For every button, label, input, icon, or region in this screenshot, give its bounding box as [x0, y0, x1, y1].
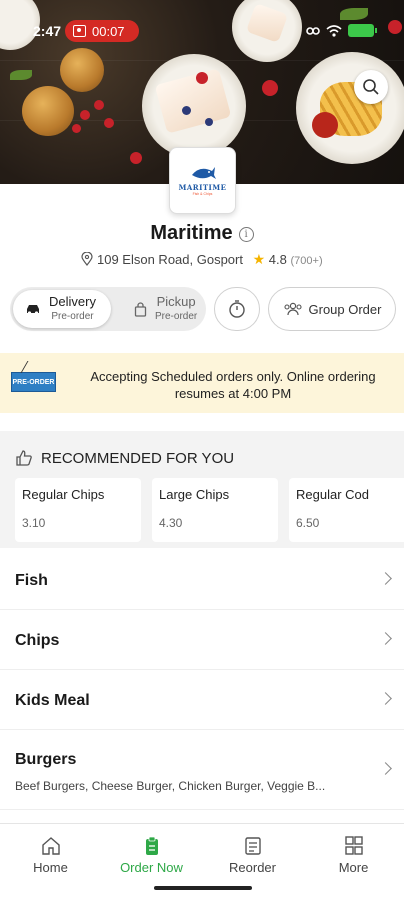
tab-reorder[interactable]: Reorder	[202, 836, 303, 875]
restaurant-title: Maritime i	[0, 222, 404, 245]
restaurant-logo: MARITIME Fish & Chips	[169, 147, 236, 214]
recommended-card[interactable]: Large Chips 4.30	[152, 478, 278, 542]
group-order-label: Group Order	[308, 301, 382, 317]
delivery-label: Delivery	[49, 294, 96, 309]
battery-icon	[348, 24, 377, 37]
category-row-kids-meal[interactable]: Kids Meal	[0, 670, 404, 730]
recommended-card[interactable]: Regular Chips 3.10	[15, 478, 141, 542]
address-line: 109 Elson Road, Gosport ★ 4.8 (700+)	[0, 251, 404, 268]
preorder-tag-text: PRE-ORDER	[12, 378, 55, 386]
category-name: Chips	[15, 632, 60, 649]
tab-label: More	[338, 860, 369, 875]
search-button[interactable]	[354, 70, 388, 104]
search-icon	[363, 79, 379, 95]
home-indicator[interactable]	[154, 886, 252, 890]
location-pin-icon	[81, 251, 93, 266]
restaurant-address[interactable]: 109 Elson Road, Gosport	[97, 252, 243, 267]
recommended-title: RECOMMENDED FOR YOU	[41, 449, 235, 467]
restaurant-name: Maritime	[150, 222, 233, 244]
preorder-banner: PRE-ORDER Accepting Scheduled orders onl…	[0, 353, 404, 413]
fish-logo-icon	[191, 167, 216, 179]
rating-count: (700+)	[290, 255, 323, 267]
logo-text: MARITIME	[178, 183, 227, 192]
group-icon	[283, 302, 302, 316]
card-price: 4.30	[159, 516, 183, 530]
category-name: Kids Meal	[15, 692, 90, 709]
chevron-right-icon	[379, 632, 392, 645]
recommended-heading: RECOMMENDED FOR YOU	[15, 449, 234, 467]
record-icon	[73, 25, 86, 37]
status-time: 2:47	[33, 23, 62, 39]
group-order-button[interactable]: Group Order	[268, 287, 396, 331]
info-icon[interactable]: i	[238, 227, 254, 242]
logo-subtext: Fish & Chips	[192, 192, 213, 196]
card-price: 6.50	[296, 516, 320, 530]
status-bar: 2:47 00:07	[0, 20, 404, 44]
system-icons	[306, 24, 377, 37]
delivery-sub: Pre-order	[51, 311, 94, 322]
tab-label: Order Now	[120, 860, 183, 875]
rating-value: 4.8	[268, 252, 287, 267]
order-now-icon	[145, 836, 158, 855]
pickup-sub: Pre-order	[155, 311, 198, 322]
recommended-cards: Regular Chips 3.10 Large Chips 4.30 Regu…	[15, 478, 404, 542]
grid-icon	[344, 836, 363, 855]
car-icon	[27, 305, 39, 315]
tab-label: Home	[33, 860, 68, 875]
card-name: Regular Cod	[296, 487, 369, 502]
chevron-right-icon	[379, 692, 392, 705]
tab-order-now[interactable]: Order Now	[101, 836, 202, 875]
home-icon	[41, 837, 60, 855]
reorder-icon	[244, 837, 261, 855]
screen-recording-badge[interactable]: 00:07	[65, 20, 139, 42]
card-price: 3.10	[22, 516, 46, 530]
recommended-card[interactable]: Regular Cod 6.50	[289, 478, 404, 542]
thumbs-up-icon	[16, 450, 32, 466]
chevron-right-icon	[379, 572, 392, 585]
tab-label: Reorder	[229, 860, 276, 875]
category-row-burgers[interactable]: Burgers Beef Burgers, Cheese Burger, Chi…	[0, 730, 404, 810]
bag-icon	[134, 301, 147, 317]
category-name: Burgers	[15, 751, 77, 768]
link-icon	[306, 26, 320, 35]
tab-home[interactable]: Home	[0, 836, 101, 875]
recommended-section: RECOMMENDED FOR YOU Regular Chips 3.10 L…	[0, 431, 404, 548]
order-mode-toggle: Delivery Pre-order Pickup Pre-order	[10, 287, 206, 331]
category-description: Beef Burgers, Cheese Burger, Chicken Bur…	[15, 779, 326, 793]
tab-more[interactable]: More	[303, 836, 404, 875]
preorder-tag-icon: PRE-ORDER	[11, 372, 56, 392]
pickup-label: Pickup	[156, 294, 196, 309]
category-row-chips[interactable]: Chips	[0, 610, 404, 670]
card-name: Large Chips	[159, 487, 230, 502]
card-name: Regular Chips	[22, 487, 105, 502]
category-row-fish[interactable]: Fish	[0, 550, 404, 610]
timer-icon	[229, 300, 245, 318]
banner-message: Accepting Scheduled orders only. Online …	[90, 369, 376, 401]
schedule-button[interactable]	[214, 287, 260, 331]
star-icon: ★	[252, 251, 266, 267]
pickup-option[interactable]: Pickup Pre-order	[122, 290, 208, 328]
chevron-right-icon	[379, 762, 392, 775]
delivery-option[interactable]: Delivery Pre-order	[13, 290, 111, 328]
recording-timer: 00:07	[92, 23, 125, 39]
category-name: Fish	[15, 572, 48, 589]
wifi-icon	[326, 24, 342, 37]
